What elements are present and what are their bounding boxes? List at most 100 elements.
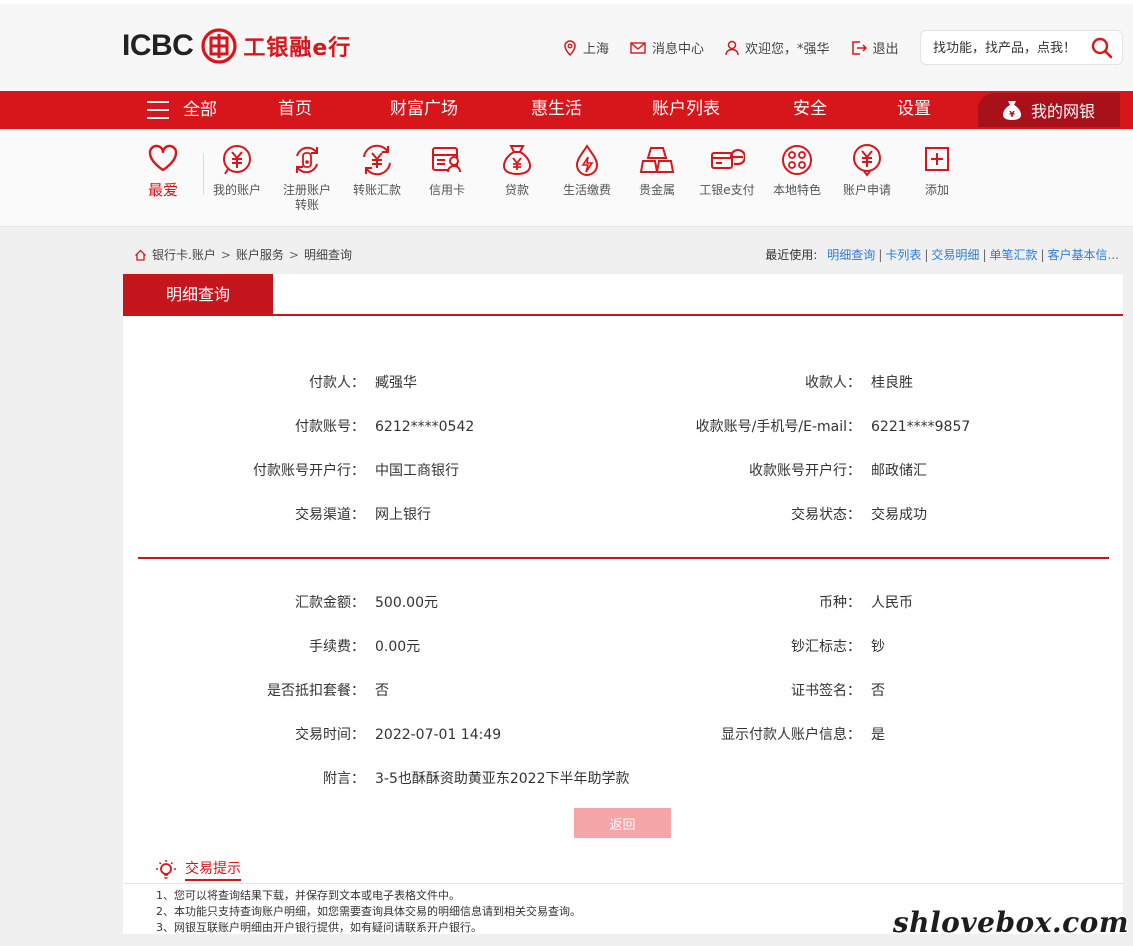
top-header: ICBC 工银融e行 上海 消息中心 欢迎您，*强华 退出 bbox=[0, 0, 1133, 91]
func-registered-transfer[interactable]: 注册账户转账 bbox=[272, 143, 342, 213]
field-label: 收款人： bbox=[805, 375, 861, 391]
recent-label: 最近使用: bbox=[765, 248, 818, 262]
icbc-logo[interactable]: ICBC 工银融e行 bbox=[122, 26, 351, 66]
detail-row: 交易时间： 2022-07-01 14:49 显示付款人账户信息： 是 bbox=[123, 725, 1123, 745]
field-value: 交易成功 bbox=[871, 507, 927, 523]
recent-link[interactable]: 明细查询 bbox=[827, 246, 875, 263]
nav-all[interactable]: 全部 bbox=[147, 91, 217, 129]
field-label: 收款账号/手机号/E-mail： bbox=[695, 419, 861, 435]
func-my-account[interactable]: 我的账户 bbox=[202, 143, 272, 198]
recently-used: 最近使用: 明细查询 | 卡列表 | 交易明细 | 单笔汇款 | 客户基本信... bbox=[765, 246, 1119, 263]
func-local-features[interactable]: 本地特色 bbox=[762, 143, 832, 198]
tab-detail-query[interactable]: 明细查询 bbox=[123, 274, 273, 316]
nav-security[interactable]: 安全 bbox=[793, 91, 827, 129]
func-label: 工银e支付 bbox=[699, 183, 755, 197]
main-nav: 全部 首页 财富广场 惠生活 账户列表 安全 设置 ¥ 我的网银 bbox=[0, 91, 1133, 129]
detail-panel: 明细查询 付款人： 臧强华 收款人： 桂良胜 付款账号： 6212****054… bbox=[123, 274, 1123, 848]
watermark: shlovebox.com bbox=[892, 906, 1129, 939]
field-value: 钞 bbox=[871, 639, 885, 655]
func-label: 添加 bbox=[924, 183, 949, 197]
water-drop-icon bbox=[575, 144, 599, 176]
field-value: 6212****0542 bbox=[375, 419, 475, 435]
field-value: 中国工商银行 bbox=[375, 463, 459, 479]
tip-item: 1、您可以将查询结果下载，并保存到文本或电子表格文件中。 bbox=[156, 889, 460, 902]
nav-wealth[interactable]: 财富广场 bbox=[390, 91, 458, 129]
field-value: 否 bbox=[375, 683, 389, 699]
breadcrumb-current: 明细查询 bbox=[303, 248, 352, 262]
logout-label: 退出 bbox=[872, 42, 899, 57]
detail-row: 汇款金额： 500.00元 币种： 人民币 bbox=[123, 593, 1123, 613]
tip-item: 2、本功能只支持查询账户明细，如您需要查询具体交易的明细信息请到相关交易查询。 bbox=[156, 905, 581, 918]
breadcrumb-item[interactable]: 账户服务 bbox=[236, 246, 284, 263]
func-account-apply[interactable]: 账户申请 bbox=[832, 143, 902, 198]
func-label: 转账汇款 bbox=[352, 183, 401, 197]
my-ebank-button[interactable]: ¥ 我的网银 bbox=[978, 93, 1120, 127]
field-label: 证书签名： bbox=[791, 683, 861, 699]
user-icon bbox=[725, 40, 739, 55]
recent-link[interactable]: 卡列表 bbox=[885, 246, 921, 263]
func-label: 本地特色 bbox=[772, 183, 821, 197]
search-icon[interactable] bbox=[1090, 36, 1114, 60]
field-label: 交易渠道： bbox=[295, 507, 365, 523]
func-credit-card[interactable]: 信用卡 bbox=[412, 143, 482, 198]
search-box bbox=[920, 30, 1123, 65]
field-label: 付款人： bbox=[309, 375, 365, 391]
my-ebank-label: 我的网银 bbox=[1031, 102, 1096, 121]
field-label: 收款账号开户行： bbox=[749, 463, 861, 479]
panel-tabs: 明细查询 bbox=[123, 274, 1123, 316]
home-icon[interactable] bbox=[134, 249, 147, 261]
nav-home[interactable]: 首页 bbox=[278, 91, 312, 129]
breadcrumb-item[interactable]: 银行卡.账户 bbox=[152, 246, 216, 263]
field-label: 交易时间： bbox=[295, 727, 365, 743]
tip-item: 3、网银互联账户明细由开户银行提供，如有疑问请联系开户银行。 bbox=[156, 921, 482, 934]
detail-row: 是否抵扣套餐： 否 证书签名： 否 bbox=[123, 681, 1123, 701]
memo-row: 附言： 3-5也酥酥资助黄亚东2022下半年助学款 bbox=[123, 769, 1123, 789]
func-add[interactable]: 添加 bbox=[902, 143, 972, 198]
detail-row: 交易渠道： 网上银行 交易状态： 交易成功 bbox=[123, 505, 1123, 525]
search-input[interactable] bbox=[933, 39, 1083, 57]
city-link[interactable]: 上海 bbox=[563, 38, 609, 57]
field-label: 是否抵扣套餐： bbox=[267, 683, 365, 699]
detail-row: 付款账号开户行： 中国工商银行 收款账号开户行： 邮政储汇 bbox=[123, 461, 1123, 481]
field-label: 显示付款人账户信息： bbox=[721, 727, 861, 743]
field-label: 付款账号开户行： bbox=[253, 463, 365, 479]
nav-settings[interactable]: 设置 bbox=[897, 91, 931, 129]
yuan-circle-icon bbox=[223, 145, 251, 175]
logo-text-en: ICBC bbox=[122, 29, 194, 62]
recent-link[interactable]: 交易明细 bbox=[931, 246, 979, 263]
recent-link[interactable]: 单笔汇款 bbox=[989, 246, 1037, 263]
memo-value: 3-5也酥酥资助黄亚东2022下半年助学款 bbox=[375, 771, 630, 787]
money-bag-icon: ¥ bbox=[1003, 101, 1021, 120]
field-value: 人民币 bbox=[871, 595, 913, 611]
field-value: 网上银行 bbox=[375, 507, 431, 523]
top-links: 上海 消息中心 欢迎您，*强华 退出 bbox=[563, 38, 920, 57]
gold-bars-icon bbox=[639, 147, 675, 173]
field-value: 0.00元 bbox=[375, 639, 421, 655]
func-precious-metals[interactable]: 贵金属 bbox=[622, 143, 692, 198]
field-value: 邮政储汇 bbox=[871, 463, 927, 479]
func-label: 信用卡 bbox=[428, 183, 465, 197]
messages-link[interactable]: 消息中心 bbox=[630, 38, 704, 57]
func-transfer-remit[interactable]: 转账汇款 bbox=[342, 143, 412, 198]
func-label: 账户申请 bbox=[842, 183, 891, 197]
func-epay[interactable]: 工银e支付 bbox=[692, 143, 762, 198]
func-utility-bills[interactable]: 生活缴费 bbox=[552, 143, 622, 198]
back-button[interactable]: 返回 bbox=[574, 808, 671, 838]
yuan-arrows-icon bbox=[363, 144, 391, 176]
section-divider bbox=[138, 557, 1109, 559]
logout-link[interactable]: 退出 bbox=[851, 38, 899, 57]
nav-life[interactable]: 惠生活 bbox=[531, 91, 582, 129]
func-loan[interactable]: 贷款 bbox=[482, 143, 552, 198]
detail-row: 付款人： 臧强华 收款人： 桂良胜 bbox=[123, 373, 1123, 393]
recent-link[interactable]: 客户基本信... bbox=[1048, 246, 1119, 263]
field-label: 钞汇标志： bbox=[791, 639, 861, 655]
field-value: 是 bbox=[871, 727, 885, 743]
field-label: 手续费： bbox=[309, 639, 365, 655]
nav-accounts[interactable]: 账户列表 bbox=[652, 91, 720, 129]
welcome-user[interactable]: 欢迎您，*强华 bbox=[725, 38, 830, 57]
money-bag-icon bbox=[502, 145, 532, 176]
nav-all-label: 全部 bbox=[183, 100, 217, 120]
field-label: 汇款金额： bbox=[295, 595, 365, 611]
logo-text-cn: 工银融e行 bbox=[243, 36, 352, 61]
favorites[interactable]: 最爱 bbox=[140, 143, 186, 200]
